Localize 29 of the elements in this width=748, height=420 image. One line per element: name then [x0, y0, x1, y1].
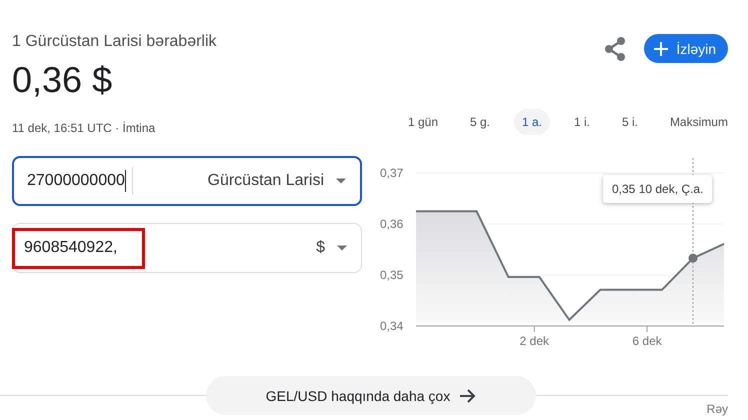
plus-icon	[654, 42, 668, 56]
timestamp-text: 11 dek, 16:51 UTC · İmtina	[12, 120, 156, 136]
follow-button[interactable]: İzləyin	[644, 34, 728, 63]
axis-label: 0,37	[380, 166, 404, 180]
axis-label: 0,36	[380, 217, 404, 231]
range-tab[interactable]: Maksimum	[662, 109, 728, 135]
amount-field[interactable]: 27000000000	[27, 171, 125, 191]
exchange-rate: 0,36 $	[12, 58, 112, 102]
arrow-icon	[460, 388, 476, 402]
axis-label: 6 dek	[632, 334, 662, 348]
range-tab[interactable]: 1 a.	[514, 109, 550, 135]
currency-dropdown[interactable]: $	[316, 239, 347, 257]
currency-dropdown[interactable]: Gürcüstan Larisi	[208, 172, 346, 190]
more-info-button[interactable]: GEL/USD haqqında daha çox	[206, 376, 536, 415]
amount-field[interactable]: 9608540922,	[24, 238, 118, 258]
axis-label: 0,34	[380, 319, 404, 333]
range-tab[interactable]: 1 i.	[566, 109, 598, 135]
range-tab[interactable]: 1 gün	[400, 109, 446, 135]
caret-icon	[337, 245, 347, 251]
conversion-title: 1 Gürcüstan Larisi bərabərlik	[12, 32, 217, 52]
chart-tooltip: 0,35 10 dek, Ç.a.	[603, 175, 712, 203]
feedback-link[interactable]: Rəy	[706, 402, 728, 416]
range-tab[interactable]: 5 g.	[462, 109, 498, 135]
hover-point	[688, 254, 698, 263]
caret-icon	[336, 178, 346, 184]
range-tab[interactable]: 5 i.	[614, 109, 646, 135]
axis-label: 0,35	[380, 268, 404, 282]
axis-label: 2 dek	[520, 334, 550, 348]
share-icon[interactable]	[604, 36, 626, 60]
